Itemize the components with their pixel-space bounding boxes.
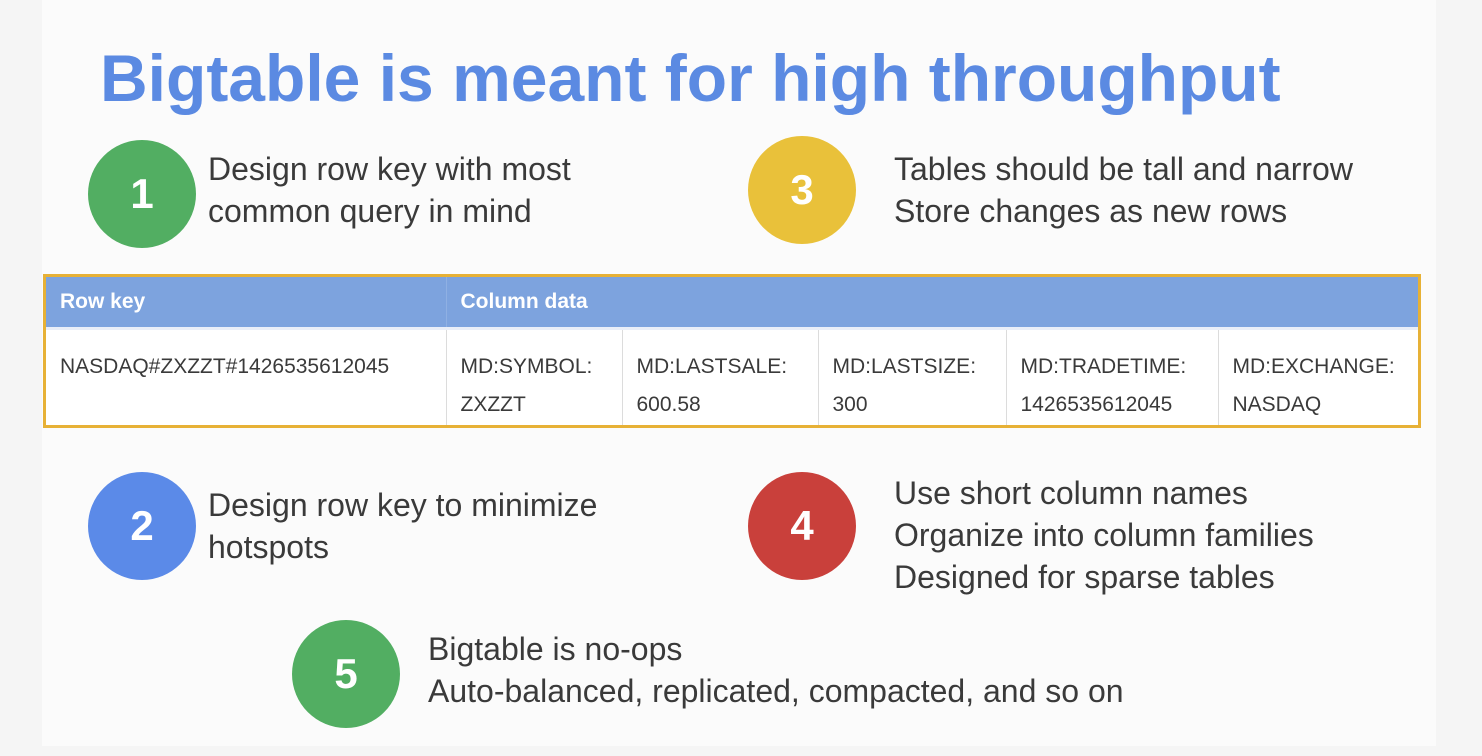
point-2-line-1: Design row key to minimize xyxy=(208,487,598,523)
column-cell-lastsale: MD:LASTSALE: 600.58 xyxy=(622,327,819,425)
header-row-key: Row key xyxy=(46,277,447,329)
column-cell-lastsize: MD:LASTSIZE: 300 xyxy=(818,327,1007,425)
point-4-line-1: Use short column names xyxy=(894,475,1248,511)
point-3-line-1: Tables should be tall and narrow xyxy=(894,151,1353,187)
point-2-line-2: hotspots xyxy=(208,529,329,565)
column-value: 300 xyxy=(832,393,868,416)
point-5-line-1: Bigtable is no-ops xyxy=(428,631,683,667)
point-1-line-2: common query in mind xyxy=(208,193,532,229)
header-column-data: Column data xyxy=(446,277,1418,329)
column-value: NASDAQ xyxy=(1232,393,1322,416)
column-cell-tradetime: MD:TRADETIME: 1426535612045 xyxy=(1006,327,1219,425)
row-key-table: Row key Column data NASDAQ#ZXZZT#1426535… xyxy=(43,274,1421,428)
column-name: MD:TRADETIME: xyxy=(1020,355,1187,378)
point-5-badge: 5 xyxy=(292,620,400,728)
point-2-badge: 2 xyxy=(88,472,196,580)
point-4-badge: 4 xyxy=(748,472,856,580)
point-2-text: Design row key to minimize hotspots xyxy=(208,484,597,568)
slide-title: Bigtable is meant for high throughput xyxy=(100,41,1281,115)
column-name: MD:LASTSALE: xyxy=(636,355,788,378)
table-row: NASDAQ#ZXZZT#1426535612045 MD:SYMBOL: ZX… xyxy=(46,327,1418,425)
column-name: MD:SYMBOL: xyxy=(460,355,593,378)
point-5-text: Bigtable is no-ops Auto-balanced, replic… xyxy=(428,628,1124,712)
data-table: Row key Column data NASDAQ#ZXZZT#1426535… xyxy=(46,277,1418,425)
table-header-row: Row key Column data xyxy=(46,277,1418,329)
column-cell-exchange: MD:EXCHANGE: NASDAQ xyxy=(1218,327,1418,425)
point-5-line-2: Auto-balanced, replicated, compacted, an… xyxy=(428,673,1124,709)
column-value: ZXZZT xyxy=(460,393,526,416)
point-1-badge: 1 xyxy=(88,140,196,248)
column-name: MD:LASTSIZE: xyxy=(832,355,977,378)
column-name: MD:EXCHANGE: xyxy=(1232,355,1395,378)
point-3-badge: 3 xyxy=(748,136,856,244)
point-4-line-3: Designed for sparse tables xyxy=(894,559,1275,595)
point-4-line-2: Organize into column families xyxy=(894,517,1314,553)
column-cell-symbol: MD:SYMBOL: ZXZZT xyxy=(446,327,623,425)
column-value: 600.58 xyxy=(636,393,701,416)
point-1-text: Design row key with most common query in… xyxy=(208,148,571,232)
point-3-text: Tables should be tall and narrow Store c… xyxy=(894,148,1353,232)
point-1-line-1: Design row key with most xyxy=(208,151,571,187)
slide: Bigtable is meant for high throughput 1 … xyxy=(42,0,1436,746)
point-4-text: Use short column names Organize into col… xyxy=(894,472,1314,598)
point-3-line-2: Store changes as new rows xyxy=(894,193,1288,229)
row-key-cell: NASDAQ#ZXZZT#1426535612045 xyxy=(46,327,447,425)
column-value: 1426535612045 xyxy=(1020,393,1173,416)
